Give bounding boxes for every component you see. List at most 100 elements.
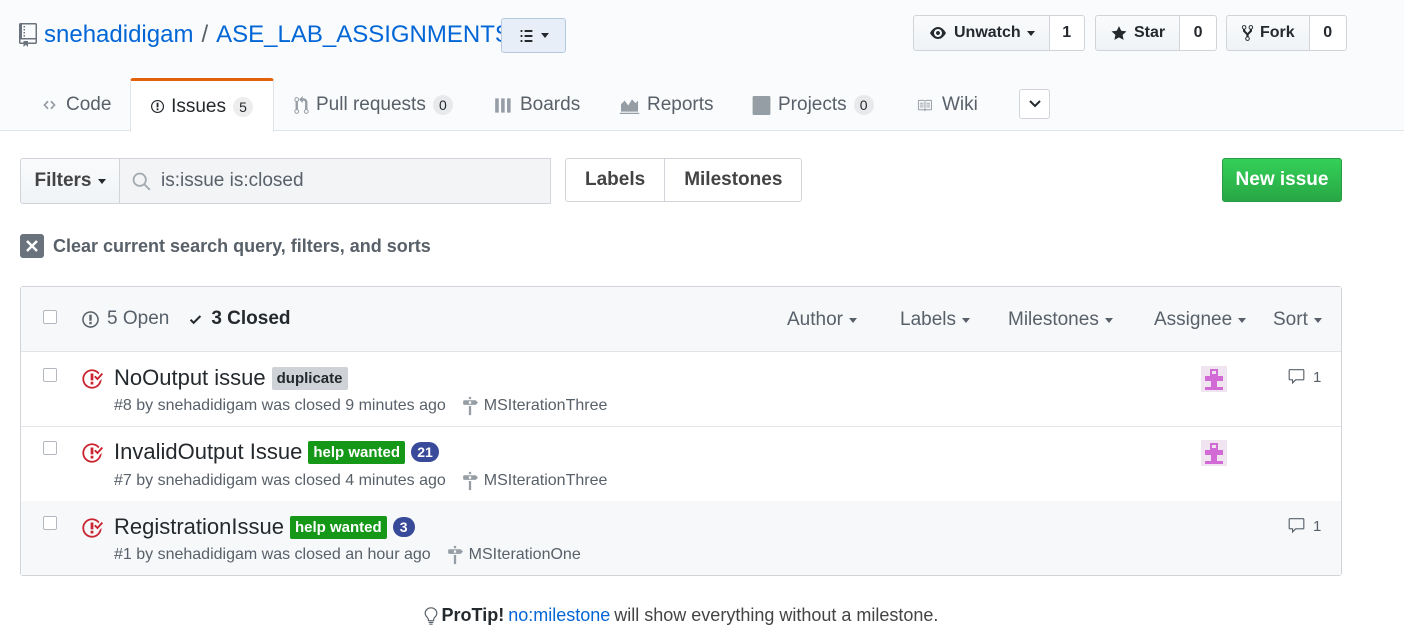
closed-issues-link[interactable]: 3 Closed xyxy=(187,308,291,330)
issue-opened-icon xyxy=(151,99,165,114)
issue-label[interactable]: duplicate xyxy=(271,366,348,390)
tab-issues[interactable]: Issues 5 xyxy=(130,78,274,132)
tab-label: Reports xyxy=(647,94,714,115)
star-group: Star 0 xyxy=(1095,15,1218,51)
tab-wiki[interactable]: Wiki xyxy=(914,78,978,132)
author-filter-label: Author xyxy=(787,309,843,330)
open-issues-link[interactable]: 5 Open xyxy=(81,308,169,330)
repo-forked-icon xyxy=(1241,25,1254,41)
git-pull-request-icon xyxy=(294,95,309,114)
issue-milestone[interactable]: MSIterationThree xyxy=(462,471,608,491)
unwatch-button[interactable]: Unwatch xyxy=(913,15,1050,51)
select-all-checkbox[interactable] xyxy=(43,310,57,324)
count-badge: 3 xyxy=(392,517,415,537)
issue-title-row: NoOutput issue duplicate xyxy=(114,365,348,391)
milestones-link[interactable]: Milestones xyxy=(664,159,801,201)
chevron-down-icon xyxy=(962,317,970,323)
issue-opened-icon xyxy=(82,310,99,328)
issue-title-link[interactable]: NoOutput issue xyxy=(114,365,266,391)
issue-title-link[interactable]: InvalidOutput Issue xyxy=(114,439,302,465)
issue-milestone-label: MSIterationThree xyxy=(483,472,608,489)
issue-closed-icon xyxy=(82,369,103,389)
search-input[interactable] xyxy=(161,170,541,192)
tab-pull-requests[interactable]: Pull requests 0 xyxy=(294,78,453,132)
tab-boards[interactable]: Boards xyxy=(494,78,580,132)
issue-meta-text: #1 by snehadidigam was closed an hour ag… xyxy=(114,546,431,563)
avatar[interactable] xyxy=(1201,366,1227,392)
star-button[interactable]: Star xyxy=(1095,15,1181,51)
issue-checkbox[interactable] xyxy=(43,516,57,530)
issue-title-link[interactable]: RegistrationIssue xyxy=(114,514,284,540)
avatar[interactable] xyxy=(1201,440,1227,466)
check-icon xyxy=(190,314,202,324)
clear-filters-label: Clear current search query, filters, and… xyxy=(53,235,431,256)
protip-prefix: ProTip! xyxy=(441,605,505,625)
comment-count: 1 xyxy=(1313,517,1322,535)
milestone-icon xyxy=(462,396,478,416)
issue-milestone[interactable]: MSIterationThree xyxy=(462,396,608,416)
milestones-filter[interactable]: Milestones xyxy=(1008,309,1113,331)
repo-icon xyxy=(19,23,37,47)
more-tabs-button[interactable] xyxy=(1019,89,1050,119)
filters-button[interactable]: Filters xyxy=(20,158,120,204)
issue-milestone[interactable]: MSIterationOne xyxy=(447,545,581,565)
open-count-label: 5 Open xyxy=(107,308,170,329)
chevron-down-icon xyxy=(1313,317,1322,323)
issues-counter: 5 xyxy=(233,96,253,117)
tab-label: Wiki xyxy=(942,94,978,115)
labels-link[interactable]: Labels xyxy=(566,159,664,201)
projects-counter: 0 xyxy=(853,95,874,115)
clear-filters-link[interactable]: Clear current search query, filters, and… xyxy=(20,234,431,258)
issue-label[interactable]: help wanted xyxy=(308,440,406,464)
fork-group: Fork 0 xyxy=(1226,15,1347,51)
issue-meta-text: #7 by snehadidigam was closed 4 minutes … xyxy=(114,472,446,489)
watch-group: Unwatch 1 xyxy=(913,15,1085,51)
repo-name-link[interactable]: ASE_LAB_ASSIGNMENTS xyxy=(216,21,511,49)
assignee-filter[interactable]: Assignee xyxy=(1154,309,1247,331)
unwatch-label: Unwatch xyxy=(954,24,1021,41)
project-icon xyxy=(752,95,771,115)
issue-label[interactable]: help wanted xyxy=(289,515,387,539)
tab-projects[interactable]: Projects 0 xyxy=(752,78,874,132)
issue-closed-icon xyxy=(82,443,103,463)
milestone-icon xyxy=(447,545,463,565)
repo-menu-button[interactable] xyxy=(501,18,566,53)
issues-list: 5 Open 3 Closed Author Labels Milestones… xyxy=(20,286,1342,576)
filters-label: Filters xyxy=(34,170,92,191)
issue-checkbox[interactable] xyxy=(43,441,57,455)
labels-filter[interactable]: Labels xyxy=(900,309,970,331)
repo-owner-link[interactable]: snehadidigam xyxy=(44,21,193,49)
issue-comments-link[interactable]: 1 xyxy=(1286,517,1321,535)
book-icon xyxy=(917,99,932,111)
list-unordered-icon xyxy=(520,29,533,42)
boards-icon xyxy=(495,97,511,113)
author-filter[interactable]: Author xyxy=(787,309,857,331)
issue-comments-link[interactable]: 1 xyxy=(1286,368,1321,386)
watchers-count[interactable]: 1 xyxy=(1049,15,1085,51)
issue-checkbox[interactable] xyxy=(43,368,57,382)
issue-meta: #7 by snehadidigam was closed 4 minutes … xyxy=(114,471,607,491)
count-badge: 21 xyxy=(411,442,440,462)
protip-suffix: will show everything without a milestone… xyxy=(614,605,939,625)
chevron-down-icon xyxy=(1028,100,1041,108)
issue-milestone-label: MSIterationOne xyxy=(468,546,581,563)
forks-count[interactable]: 0 xyxy=(1309,15,1347,51)
tab-label: Issues xyxy=(171,95,226,117)
comment-count: 1 xyxy=(1313,368,1322,386)
issue-milestone-label: MSIterationThree xyxy=(483,397,608,414)
search-icon xyxy=(132,172,151,190)
tab-reports[interactable]: Reports xyxy=(619,78,714,132)
sort-filter-label: Sort xyxy=(1273,309,1308,330)
new-issue-button[interactable]: New issue xyxy=(1222,158,1342,202)
issue-meta-text: #8 by snehadidigam was closed 9 minutes … xyxy=(114,397,446,414)
fork-button[interactable]: Fork xyxy=(1226,15,1310,51)
tab-label: Code xyxy=(66,94,112,115)
comment-icon xyxy=(1288,369,1305,385)
pr-counter: 0 xyxy=(432,95,453,115)
sort-filter[interactable]: Sort xyxy=(1273,309,1322,331)
tab-code[interactable]: Code xyxy=(40,78,111,132)
labels-milestones-nav: Labels Milestones xyxy=(565,158,803,202)
protip-link[interactable]: no:milestone xyxy=(508,605,610,626)
state-toggle: 5 Open 3 Closed xyxy=(81,308,291,330)
stargazers-count[interactable]: 0 xyxy=(1180,15,1218,51)
